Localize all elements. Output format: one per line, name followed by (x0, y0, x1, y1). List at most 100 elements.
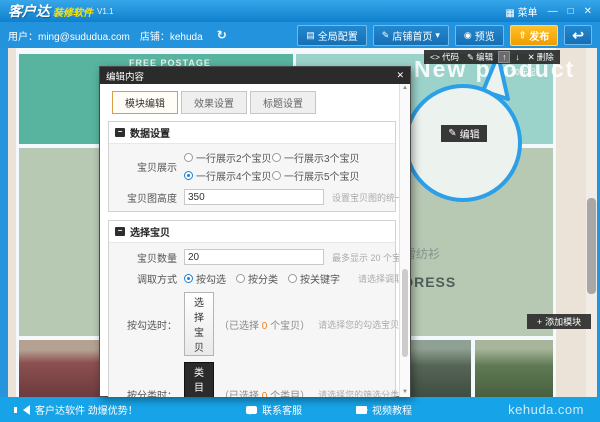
product-photo (411, 340, 471, 397)
module-code-button[interactable]: <> 代码 (427, 51, 462, 63)
module-edit-label: 编辑 (476, 52, 494, 62)
back-button[interactable]: ↩ (564, 25, 592, 45)
selected-count: （已选择 0 个类目） (219, 390, 311, 398)
contact-label: 联系客服 (262, 406, 302, 417)
module-code-label: 代码 (441, 52, 459, 62)
arrow-up-icon: ↑ (502, 52, 507, 62)
status-bar: 客户达软件 劲爆优势！ 联系客服 视频教程 kehuda.com (0, 397, 600, 422)
radio-icon (272, 153, 281, 162)
global-config-button[interactable]: ▤ 全局配置 (297, 24, 367, 46)
display-count-row: 宝贝展示 一行展示2个宝贝 一行展示3个宝贝 一行展示4个宝贝 一行展示5个宝贝 (115, 150, 389, 183)
radio-by-pick[interactable]: 按勾选 (184, 271, 226, 286)
collapse-icon[interactable]: − (115, 128, 125, 137)
section-header: − 数据设置 (109, 122, 395, 144)
maximize-button[interactable]: □ (568, 6, 574, 17)
minimize-button[interactable]: — (548, 6, 558, 17)
dialog-body: 模块编辑 效果设置 标题设置 − 数据设置 宝贝展示 一行展示2个宝贝 一行展示… (100, 84, 410, 397)
dialog-scrollbar[interactable]: ▲ ▼ (399, 84, 410, 397)
site-url: kehuda.com (508, 402, 584, 417)
shop-label: 店铺：kehuda (139, 31, 203, 43)
chat-icon (246, 405, 257, 415)
bubble-edit-button[interactable]: ✎ 编辑 (441, 125, 487, 142)
pick-products-row: 按勾选时： 选择宝贝 （已选择 0 个宝贝） 请选择您的勾选宝贝 (115, 292, 399, 356)
module-delete-label: 删除 (536, 52, 554, 62)
x-icon: ✕ (527, 51, 535, 62)
add-module-button[interactable]: + 添加模块 (527, 314, 591, 329)
field-hint: 请选择您的勾选宝贝 (318, 319, 400, 330)
tab-module-edit[interactable]: 模块编辑 (112, 91, 178, 114)
scroll-up-icon[interactable]: ▲ (400, 84, 410, 93)
promo-label: 客户达软件 劲爆优势！ (35, 406, 138, 417)
canvas-scrollbar[interactable] (586, 48, 597, 397)
image-height-row: 宝贝图高度 设置宝贝图的统一高度值，不填写为[?] (115, 189, 410, 205)
section-data-settings: − 数据设置 宝贝展示 一行展示2个宝贝 一行展示3个宝贝 一行展示4个宝贝 一… (108, 121, 410, 212)
publish-label: 发布 (529, 31, 550, 43)
field-label: 按分类时： (127, 390, 177, 398)
tab-title-settings[interactable]: 标题设置 (250, 91, 316, 114)
refresh-icon[interactable]: ↻ (217, 28, 227, 42)
field-label: 宝贝数量 (137, 253, 177, 265)
config-icon: ▤ (306, 29, 315, 40)
video-label: 视频教程 (372, 406, 412, 417)
video-tutorial-link[interactable]: 视频教程 (356, 397, 412, 422)
radio-icon (184, 153, 193, 162)
preview-label: 预览 (474, 31, 495, 43)
close-button[interactable]: ✕ (584, 6, 592, 17)
radio-icon (288, 274, 297, 283)
editor-canvas: FREE POSTAGE New product RM 20元起 雪纺衫 DRE… (0, 48, 600, 397)
canvas-scrollbar-thumb[interactable] (587, 198, 596, 294)
code-icon: <> (430, 52, 440, 62)
dialog-tabs: 模块编辑 效果设置 标题设置 (112, 91, 396, 114)
product-photo (19, 340, 99, 397)
radio-by-keyword[interactable]: 按关键字 (288, 271, 340, 286)
global-config-label: 全局配置 (317, 31, 358, 43)
main-toolbar: 用户：ming@sududua.com 店铺：kehuda ↻ ▤ 全局配置 ✎… (0, 22, 600, 48)
module-edit-button[interactable]: ✎ 编辑 (464, 51, 496, 63)
add-module-label: 添加模块 (545, 317, 582, 327)
user-label: 用户：ming@sududua.com (8, 31, 130, 43)
field-label: 宝贝图高度 (127, 193, 177, 205)
select-category-button[interactable]: 类目选择 (184, 362, 214, 397)
contact-support-link[interactable]: 联系客服 (246, 397, 302, 422)
module-move-up-button[interactable]: ↑ (498, 51, 511, 63)
radio-by-category[interactable]: 按分类 (236, 271, 278, 286)
dialog-close-icon[interactable]: ✕ (396, 70, 404, 81)
menu-button[interactable]: ▦ 菜单 (505, 4, 537, 19)
edit-pencil-icon: ✎ (448, 128, 457, 139)
dialog-scrollbar-thumb[interactable] (402, 269, 408, 357)
section-header: − 选择宝贝 (109, 221, 395, 243)
section-title: 选择宝贝 (130, 228, 170, 239)
product-qty-input[interactable] (184, 249, 324, 265)
select-products-button[interactable]: 选择宝贝 (184, 292, 214, 356)
module-delete-button[interactable]: ✕ 删除 (525, 51, 557, 63)
arrow-down-icon: ↓ (515, 52, 520, 62)
publish-button[interactable]: ⇧ 发布 (509, 24, 559, 46)
product-qty-row: 宝贝数量 最多显示 20 个宝贝 (115, 249, 410, 265)
section-select-products: − 选择宝贝 宝贝数量 最多显示 20 个宝贝 调取方式 按勾选 按分类 按关键… (108, 220, 410, 398)
radio-selected-icon (184, 274, 193, 283)
preview-button[interactable]: ◉ 预览 (454, 24, 504, 46)
bubble-edit-label: 编辑 (459, 130, 480, 141)
field-label: 宝贝展示 (137, 163, 177, 174)
app-version: V1.1 (97, 6, 114, 16)
promo-link[interactable]: 客户达软件 劲爆优势！ (14, 397, 138, 422)
scroll-down-icon[interactable]: ▼ (400, 388, 410, 397)
shop-home-button[interactable]: ✎ 店铺首页 ▾ (372, 24, 449, 46)
radio-4-per-row[interactable]: 一行展示4个宝贝 (184, 168, 272, 183)
app-logo-subtitle: 装修软件 (53, 7, 93, 19)
category-row: 按分类时： 类目选择 （已选择 0 个类目） 请选择您的筛选分类 (115, 362, 399, 398)
field-hint: 请选择您的筛选分类 (318, 389, 400, 398)
dialog-title: 编辑内容 (106, 71, 145, 83)
shop-home-label: 店铺首页 (392, 31, 433, 43)
radio-5-per-row[interactable]: 一行展示5个宝贝 (272, 168, 360, 183)
tab-effect-settings[interactable]: 效果设置 (181, 91, 247, 114)
image-height-input[interactable] (184, 189, 324, 205)
dialog-title-bar[interactable]: 编辑内容 ✕ (100, 67, 410, 84)
field-label: 调取方式 (137, 275, 177, 286)
module-move-down-button[interactable]: ↓ (512, 52, 522, 62)
video-camera-icon (356, 405, 368, 414)
radio-3-per-row[interactable]: 一行展示3个宝贝 (272, 150, 360, 165)
app-window: 客户达 装修软件 V1.1 ▦ 菜单 — □ ✕ 用户：ming@sududua… (0, 0, 600, 422)
radio-2-per-row[interactable]: 一行展示2个宝贝 (184, 150, 272, 165)
collapse-icon[interactable]: − (115, 227, 125, 236)
